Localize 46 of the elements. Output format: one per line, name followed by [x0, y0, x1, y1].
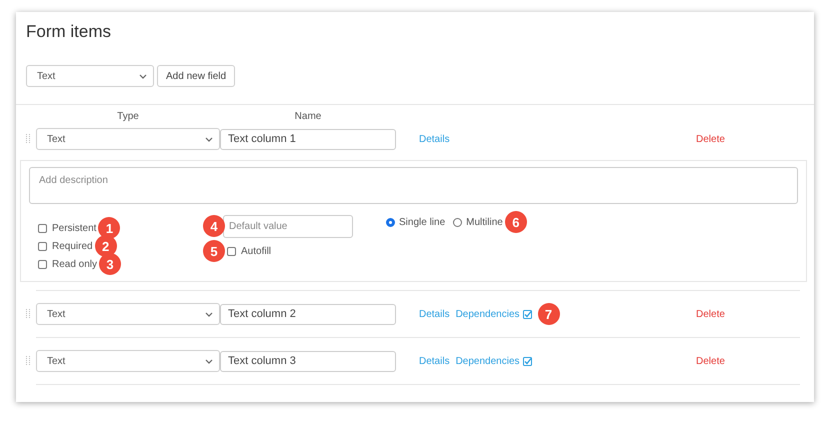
details-link[interactable]: Details	[419, 308, 450, 320]
type-select[interactable]: Text	[26, 65, 154, 87]
checkbox[interactable]	[38, 242, 47, 250]
name-field[interactable]: Text column 3	[220, 350, 396, 372]
checkbox-label: Required	[52, 240, 93, 252]
radio-button[interactable]	[453, 218, 462, 226]
radio-label: Multiline	[466, 216, 503, 228]
number-badge: 7	[538, 303, 560, 325]
number-badge: 2	[94, 235, 117, 257]
name-field[interactable]: Text column 2	[220, 304, 396, 324]
description-field[interactable]: Add description	[29, 167, 798, 204]
add-field-button[interactable]: Add new field	[157, 65, 236, 87]
checkbox-label: Read only	[52, 258, 98, 270]
chevron-icon	[139, 74, 147, 78]
delete-link[interactable]: Delete	[696, 308, 800, 320]
default-value-field[interactable]: Default value	[223, 214, 353, 238]
name-field[interactable]: Text column 1	[220, 128, 396, 150]
checkbox[interactable]	[227, 246, 236, 256]
page-title: Form items	[26, 22, 112, 43]
radio-button[interactable]	[386, 218, 395, 226]
delete-link[interactable]: Delete	[696, 356, 800, 366]
type-select[interactable]: Text	[36, 350, 220, 372]
chevron-icon	[205, 136, 213, 142]
checkbox-icon	[522, 356, 532, 366]
type-select[interactable]: Text	[36, 303, 220, 325]
number-badge: 5	[203, 240, 225, 262]
number-badge: 4	[203, 215, 225, 237]
checkbox-label: Persistent	[52, 222, 96, 234]
number-badge: 3	[99, 253, 122, 275]
checkbox-label: Autofill	[241, 246, 272, 256]
type-select[interactable]: Text	[36, 128, 220, 150]
details-link[interactable]: Details	[419, 356, 450, 366]
checkbox-icon	[522, 310, 532, 318]
column-header: Type	[116, 111, 140, 122]
checkbox[interactable]	[38, 260, 47, 268]
dependencies-link[interactable]: Dependencies	[456, 356, 532, 366]
dependencies-link[interactable]: Dependencies	[456, 308, 532, 320]
details-link[interactable]: Details	[419, 134, 450, 144]
chevron-icon	[205, 358, 213, 364]
number-badge: 1	[98, 217, 120, 239]
column-header: Name	[294, 111, 322, 122]
radio-label: Single line	[399, 216, 446, 228]
chevron-icon	[205, 312, 213, 316]
checkbox[interactable]	[38, 224, 47, 232]
number-badge: 6	[504, 211, 527, 233]
delete-link[interactable]: Delete	[696, 134, 800, 144]
